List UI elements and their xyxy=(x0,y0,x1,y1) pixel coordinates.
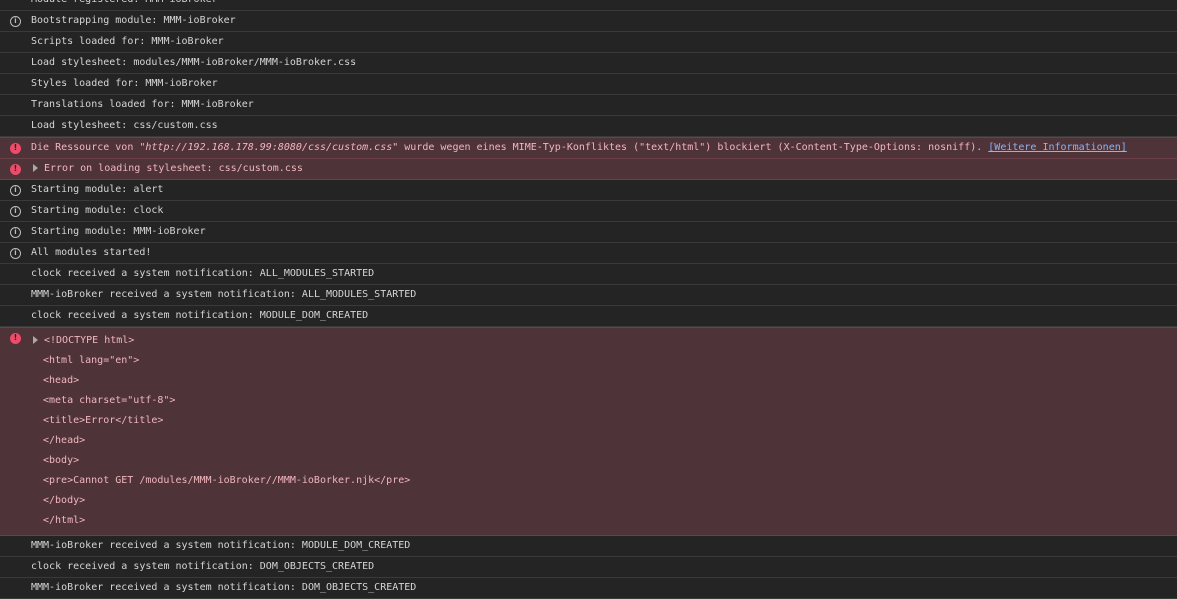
icon-cell xyxy=(0,557,31,577)
log-message: MMM-ioBroker received a system notificat… xyxy=(31,289,417,300)
code-line: <head> xyxy=(43,375,80,386)
code-line: </html> xyxy=(43,515,86,526)
icon-cell xyxy=(0,95,31,115)
error-text: Error on loading stylesheet: css/custom.… xyxy=(44,163,303,174)
log-row-bootstrapping[interactable]: i Bootstrapping module: MMM-ioBroker xyxy=(0,11,1177,32)
log-row-iobroker-module-dom-created[interactable]: MMM-ioBroker received a system notificat… xyxy=(0,536,1177,557)
log-message: Translations loaded for: MMM-ioBroker xyxy=(31,99,254,110)
log-message: clock received a system notification: AL… xyxy=(31,268,375,279)
info-icon: i xyxy=(10,15,21,27)
log-message: Starting module: clock xyxy=(31,205,164,216)
log-message: Load stylesheet: css/custom.css xyxy=(31,120,218,131)
icon-cell xyxy=(0,0,31,10)
log-message: Bootstrapping module: MMM-ioBroker xyxy=(31,15,236,26)
log-row-load-stylesheet-module[interactable]: Load stylesheet: modules/MMM-ioBroker/MM… xyxy=(0,53,1177,74)
error-icon: ! xyxy=(10,332,21,344)
log-message: MMM-ioBroker received a system notificat… xyxy=(31,582,417,593)
log-row-html-error[interactable]: ! <!DOCTYPE html> <html lang="en"> <head> <… xyxy=(0,327,1177,536)
log-message: clock received a system notification: MO… xyxy=(31,310,369,321)
code-line: </head> xyxy=(43,435,86,446)
info-icon: i xyxy=(10,184,21,196)
icon-cell xyxy=(0,264,31,284)
icon-cell xyxy=(0,306,31,326)
log-message: Starting module: MMM-ioBroker xyxy=(31,226,206,237)
error-icon: ! xyxy=(10,142,21,154)
icon-cell xyxy=(0,536,31,556)
code-line: <title>Error</title> xyxy=(43,415,164,426)
icon-cell xyxy=(0,53,31,73)
icon-cell: ! xyxy=(0,138,31,158)
code-line: </body> xyxy=(43,495,86,506)
icon-cell: ! xyxy=(0,328,31,348)
info-icon: i xyxy=(10,226,21,238)
log-row-mime-error[interactable]: ! Die Ressource von "http://192.168.178.… xyxy=(0,137,1177,159)
code-line: <!DOCTYPE html> xyxy=(31,331,1177,351)
icon-cell: ! xyxy=(0,159,31,179)
log-message: Styles loaded for: MMM-ioBroker xyxy=(31,78,218,89)
log-message: Starting module: alert xyxy=(31,184,164,195)
browser-console-log: Module registered: MMM-ioBroker i Bootst… xyxy=(0,0,1177,599)
code-line-text: <!DOCTYPE html> xyxy=(44,335,135,346)
resource-url: "http://192.168.178.99:8080/css/custom.c… xyxy=(139,142,399,153)
log-message: All modules started! xyxy=(31,247,152,258)
more-info-link[interactable]: [Weitere Informationen] xyxy=(988,142,1126,153)
error-icon: ! xyxy=(10,163,21,175)
icon-cell xyxy=(0,578,31,598)
disclosure-triangle-icon[interactable] xyxy=(33,164,38,172)
log-row-load-stylesheet-custom[interactable]: Load stylesheet: css/custom.css xyxy=(0,116,1177,137)
log-message: Die Ressource von "http://192.168.178.99… xyxy=(31,138,1177,158)
code-line: <html lang="en"> xyxy=(43,355,140,366)
log-row-module-registered[interactable]: Module registered: MMM-ioBroker xyxy=(0,0,1177,11)
log-message: Module registered: MMM-ioBroker xyxy=(31,0,1177,10)
log-row-clock-all-modules-started[interactable]: clock received a system notification: AL… xyxy=(0,264,1177,285)
log-message: MMM-ioBroker received a system notificat… xyxy=(31,540,411,551)
log-row-styles-loaded[interactable]: Styles loaded for: MMM-ioBroker xyxy=(0,74,1177,95)
icon-cell: i xyxy=(0,243,31,263)
log-row-scripts-loaded[interactable]: Scripts loaded for: MMM-ioBroker xyxy=(0,32,1177,53)
icon-cell xyxy=(0,32,31,52)
code-line: <meta charset="utf-8"> xyxy=(43,395,176,406)
icon-cell: i xyxy=(0,222,31,242)
log-row-all-modules-started[interactable]: i All modules started! xyxy=(0,243,1177,264)
icon-cell: i xyxy=(0,11,31,31)
log-message: Scripts loaded for: MMM-ioBroker xyxy=(31,36,224,47)
log-row-stylesheet-error[interactable]: ! Error on loading stylesheet: css/custo… xyxy=(0,159,1177,180)
log-row-iobroker-dom-objects-created[interactable]: MMM-ioBroker received a system notificat… xyxy=(0,578,1177,599)
icon-cell xyxy=(0,116,31,136)
icon-cell xyxy=(0,285,31,305)
log-row-clock-dom-objects-created[interactable]: clock received a system notification: DO… xyxy=(0,557,1177,578)
info-icon: i xyxy=(10,247,21,259)
log-row-translations-loaded[interactable]: Translations loaded for: MMM-ioBroker xyxy=(0,95,1177,116)
code-line: <body> xyxy=(43,455,80,466)
error-text-before: Die Ressource von xyxy=(31,142,140,153)
error-text-after: wurde wegen eines MIME-Typ-Konfliktes ("… xyxy=(398,142,989,153)
log-row-starting-iobroker[interactable]: i Starting module: MMM-ioBroker xyxy=(0,222,1177,243)
log-row-iobroker-all-modules-started[interactable]: MMM-ioBroker received a system notificat… xyxy=(0,285,1177,306)
icon-cell xyxy=(0,74,31,94)
log-row-clock-module-dom-created[interactable]: clock received a system notification: MO… xyxy=(0,306,1177,327)
log-row-starting-alert[interactable]: i Starting module: alert xyxy=(0,180,1177,201)
icon-cell: i xyxy=(0,201,31,221)
error-html-content: <!DOCTYPE html> <html lang="en"> <head> <me… xyxy=(31,328,1177,535)
log-message: clock received a system notification: DO… xyxy=(31,561,375,572)
icon-cell: i xyxy=(0,180,31,200)
code-line: <pre>Cannot GET /modules/MMM-ioBroker//M… xyxy=(43,475,411,486)
log-message: Load stylesheet: modules/MMM-ioBroker/MM… xyxy=(31,57,357,68)
log-row-starting-clock[interactable]: i Starting module: clock xyxy=(0,201,1177,222)
disclosure-triangle-icon[interactable] xyxy=(33,336,38,344)
info-icon: i xyxy=(10,205,21,217)
log-message: Error on loading stylesheet: css/custom.… xyxy=(31,159,1177,179)
